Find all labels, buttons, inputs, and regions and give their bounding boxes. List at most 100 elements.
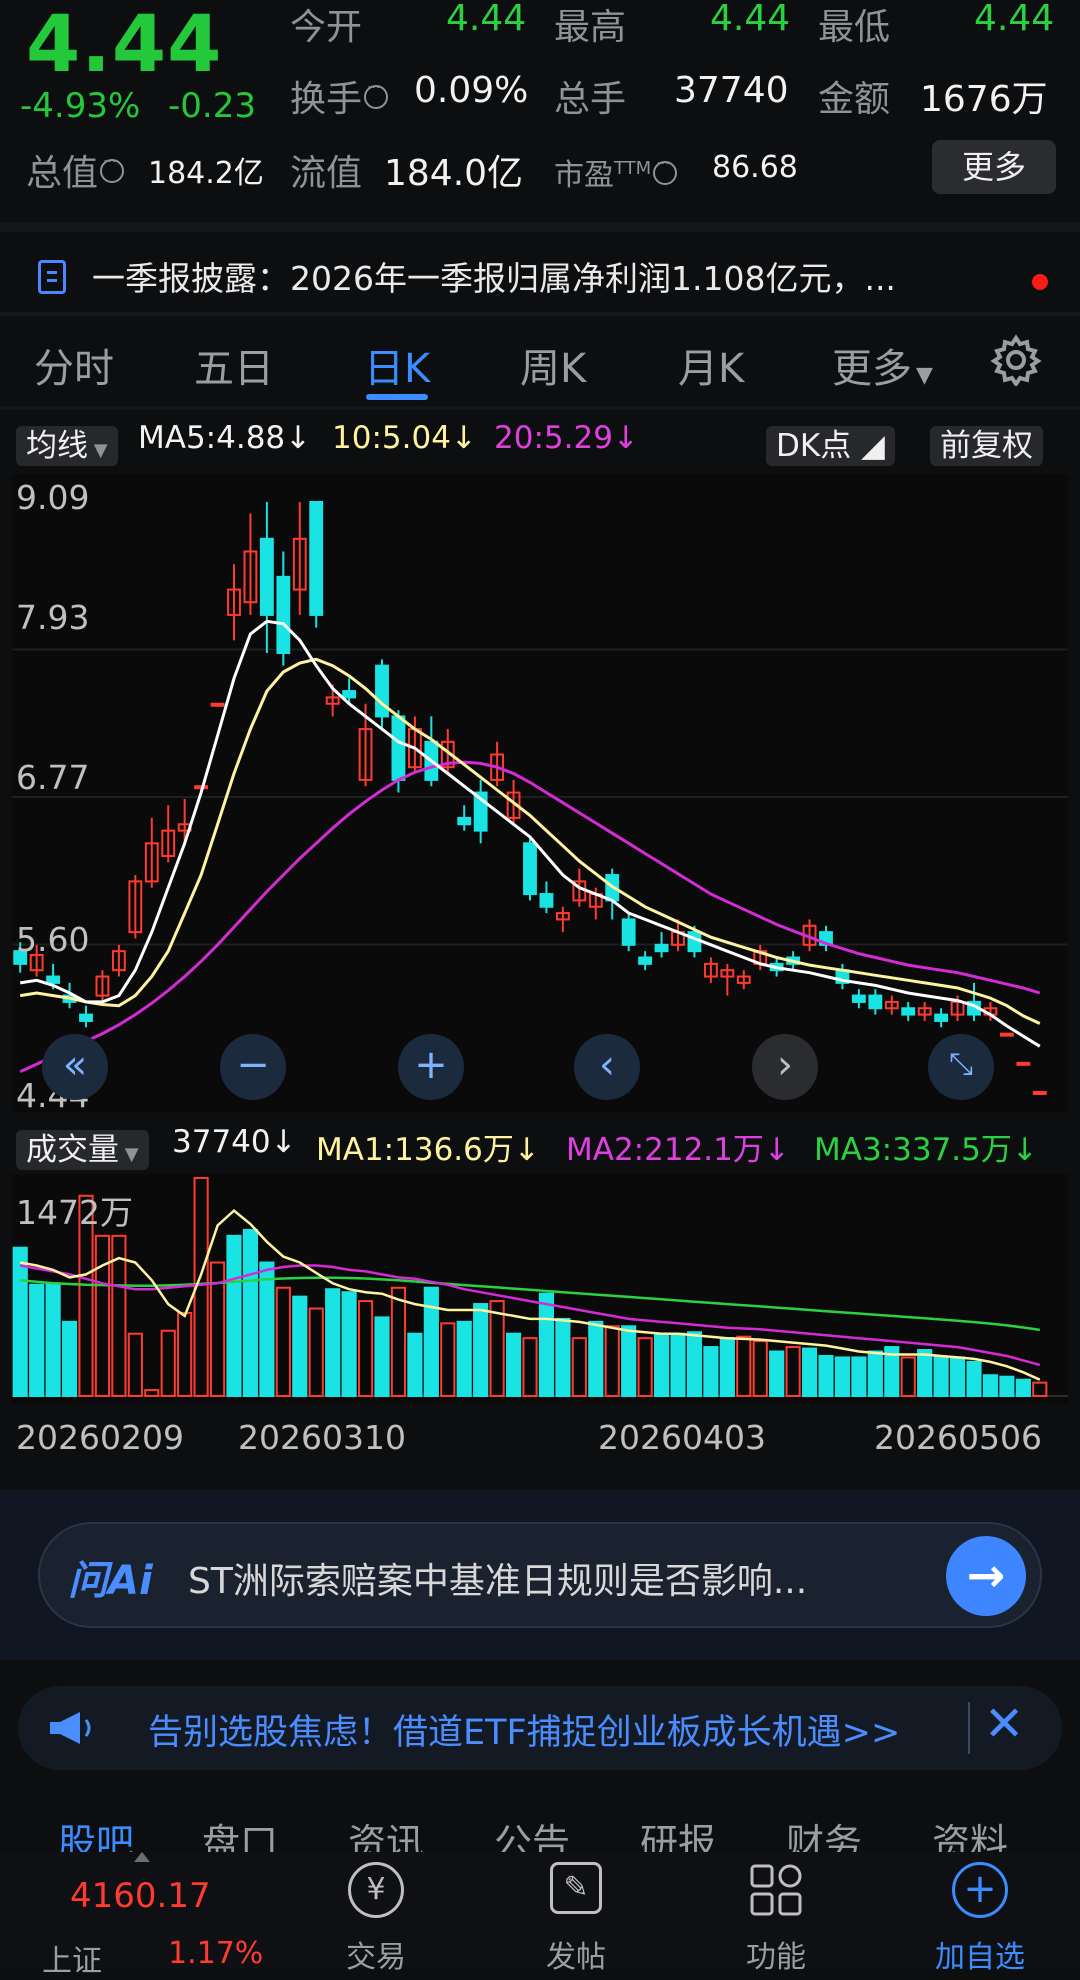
candle-body [309, 501, 324, 616]
volume-bar [571, 1337, 587, 1398]
volume-bar [555, 1317, 571, 1397]
volume-chart[interactable] [12, 1174, 1068, 1404]
tab-intraday[interactable]: 分时 [34, 336, 114, 394]
volume-bar [1015, 1378, 1031, 1397]
volume-bar [12, 1246, 28, 1397]
vol-ma3-readout: MA3:337.5万↓ [814, 1132, 1038, 1168]
change-percent: -4.93% [20, 86, 141, 126]
edit-icon: ✎ [550, 1862, 602, 1914]
divider [968, 1702, 970, 1754]
divider [0, 312, 1080, 316]
info-icon[interactable] [100, 154, 125, 183]
kline-chart[interactable] [12, 474, 1068, 1112]
bottom-toolbar: 4160.17 上证 1.17% ¥ 交易 ✎ 发帖 功能 + 加自选 [0, 1852, 1080, 1979]
volume-bar [127, 1332, 143, 1397]
volume-bar [473, 1303, 489, 1398]
volume-bar [226, 1234, 242, 1398]
volume-bar [522, 1337, 538, 1398]
document-icon [38, 260, 66, 294]
ask-ai-bar[interactable]: 问Ai ST洲际索赔案中基准日规则是否影响... → [38, 1522, 1042, 1628]
function-button[interactable]: 功能 [716, 1852, 836, 1975]
index-value[interactable]: 4160.17 [70, 1876, 211, 1916]
candle-body [523, 842, 537, 896]
candle-body [375, 664, 389, 718]
volume-indicator-selector[interactable]: 成交量 ▼ [16, 1124, 149, 1170]
change-amount: -0.23 [168, 86, 256, 126]
pe-label[interactable]: 市盈TTM [554, 150, 678, 194]
axis-label-2: 7.93 [16, 598, 90, 637]
volume-bar [949, 1356, 966, 1397]
ai-logo: 问Ai [68, 1558, 153, 1604]
volume-bar [1032, 1381, 1048, 1397]
settings-gear-icon[interactable] [990, 334, 1042, 386]
info-icon[interactable] [364, 80, 389, 109]
volume-bar [456, 1320, 472, 1397]
candle-body [1016, 1061, 1031, 1066]
index-name[interactable]: 上证 [42, 1936, 102, 1980]
volume-bar [653, 1332, 670, 1397]
zoom-out-icon[interactable]: − [220, 1034, 286, 1100]
candle-body [638, 956, 653, 965]
add-watchlist-button[interactable]: + 加自选 [920, 1852, 1040, 1975]
jump-start-icon[interactable]: « [42, 1034, 108, 1100]
plus-icon: + [952, 1862, 1008, 1918]
candle-body [391, 715, 406, 781]
low-label: 最低 [818, 7, 891, 48]
volume-svg[interactable] [12, 1174, 1068, 1404]
volume-bar [703, 1346, 719, 1397]
volume-bar [390, 1286, 407, 1397]
ai-question-text[interactable]: ST洲际索赔案中基准日规则是否影响... [188, 1552, 928, 1604]
promo-text[interactable]: 告别选股焦虑！借道ETF捕捉创业板成长机遇>> [148, 1704, 900, 1755]
dk-point-button[interactable]: DK点 ◢ [766, 420, 895, 466]
tab-weekly-k[interactable]: 周K [520, 336, 586, 394]
candle-body [342, 690, 357, 699]
volume-axis-max: 1472万 [16, 1193, 133, 1232]
volume-value: 37740 [674, 70, 789, 111]
volume-label: 总手 [554, 79, 627, 120]
float-cap-value: 184.0亿 [384, 153, 524, 194]
candle-body [210, 702, 225, 707]
volume-bar [834, 1356, 851, 1397]
tab-monthly-k[interactable]: 月K [678, 336, 744, 394]
date-label-4: 20260506 [874, 1418, 1042, 1457]
announcement-bar[interactable]: 一季报披露：2026年一季报归属净利润1.108亿元，... [0, 238, 1080, 318]
volume-bar [588, 1320, 604, 1397]
date-label-3: 20260403 [598, 1418, 766, 1457]
info-icon[interactable] [653, 156, 678, 185]
zoom-in-icon[interactable]: + [398, 1034, 464, 1100]
vol-ma1-line [19, 1208, 1041, 1381]
fullscreen-icon[interactable]: ⤡ [928, 1034, 994, 1100]
turnover-label[interactable]: 换手 [290, 70, 389, 122]
arrow-right-icon[interactable]: → [946, 1536, 1026, 1616]
volume-bar [505, 1332, 522, 1397]
candle-body [934, 1013, 949, 1022]
divider [0, 406, 1080, 410]
ma5-line [19, 619, 1041, 1048]
tab-five-day[interactable]: 五日 [194, 336, 274, 394]
tab-daily-k[interactable]: 日K [364, 336, 430, 394]
index-change: 1.17% [168, 1936, 264, 1971]
close-icon[interactable]: ✕ [984, 1696, 1024, 1752]
tab-more[interactable]: 更多 ▼ [832, 336, 933, 394]
market-cap-label[interactable]: 总值 [26, 144, 125, 196]
announcement-text[interactable]: 一季报披露：2026年一季报归属净利润1.108亿元，... [92, 252, 1012, 300]
adjust-button[interactable]: 前复权 [930, 420, 1043, 466]
volume-bar [917, 1349, 933, 1397]
scroll-left-icon[interactable]: ‹ [574, 1034, 640, 1100]
promo-banner[interactable]: 告别选股焦虑！借道ETF捕捉创业板成长机遇>> ✕ [18, 1686, 1062, 1770]
indicator-selector[interactable]: 均线 ▼ [16, 420, 118, 466]
scroll-right-icon[interactable]: › [752, 1034, 818, 1100]
pe-value: 86.68 [712, 150, 798, 185]
date-label-2: 20260310 [238, 1418, 406, 1457]
volume-bar [785, 1346, 801, 1397]
kline-svg[interactable] [12, 474, 1068, 1112]
candle-body [851, 994, 866, 1003]
volume-bar [29, 1283, 45, 1397]
volume-bar [818, 1354, 834, 1397]
amount-value: 1676万 [920, 79, 1048, 120]
volume-bar [966, 1360, 982, 1398]
post-button[interactable]: ✎ 发帖 [516, 1852, 636, 1975]
trade-button[interactable]: ¥ 交易 [316, 1852, 436, 1975]
more-button[interactable]: 更多 [932, 140, 1056, 194]
low-value: 4.44 [974, 0, 1055, 39]
